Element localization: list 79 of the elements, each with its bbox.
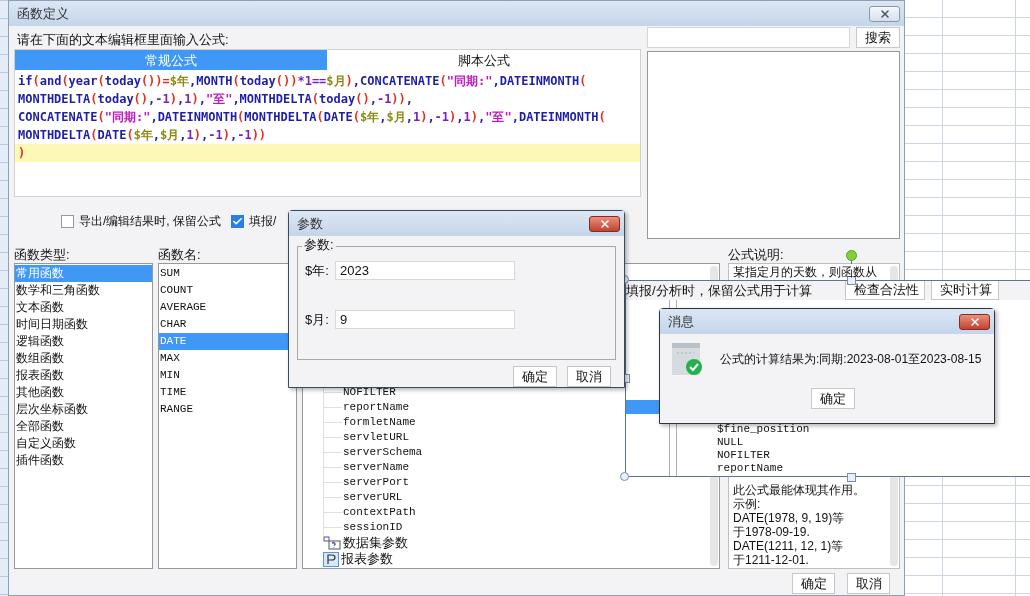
- tree-item[interactable]: serverPort: [343, 474, 409, 491]
- close-icon: [968, 315, 981, 328]
- checkbox[interactable]: [231, 214, 244, 228]
- close-button[interactable]: [869, 5, 900, 22]
- tree-item[interactable]: servletURL: [343, 429, 409, 446]
- close-icon: [598, 217, 611, 230]
- search-field[interactable]: [647, 27, 850, 48]
- corner-handle[interactable]: [620, 472, 629, 481]
- field-label: $年:: [305, 262, 330, 280]
- list-item[interactable]: 插件函数: [15, 452, 152, 469]
- list-label: 函数类型:: [14, 246, 71, 263]
- parameter-icon: [323, 551, 339, 567]
- code-line: if(and(year(today())=$年,MONTH(today())*1==$月),CONCATENATE("同期:",DATEINMONTH(: [17, 73, 588, 90]
- description-line: DATE(1978, 9, 19)等: [733, 511, 846, 525]
- description-line: DATE(1211, 12, 1)等: [733, 539, 845, 553]
- selected-row: [626, 400, 661, 414]
- dialog-button[interactable]: 取消: [567, 366, 611, 387]
- dialog-button[interactable]: 检查合法性: [845, 281, 925, 300]
- tree-item[interactable]: serverName: [343, 459, 409, 476]
- tree-item[interactable]: contextPath: [343, 504, 416, 521]
- option-label: 导出/编辑结果时, 保留公式: [79, 213, 221, 230]
- list-item[interactable]: 层次坐标函数: [15, 401, 152, 418]
- message-text: 公式的计算结果为:同期:2023-08-01至2023-08-15: [720, 351, 982, 368]
- dialog-button[interactable]: 搜索: [856, 27, 900, 48]
- description-line: 某指定月的天数，则函数从: [733, 265, 877, 279]
- tree-item[interactable]: serverSchema: [343, 444, 423, 461]
- input-field[interactable]: 9: [335, 309, 515, 329]
- list-item[interactable]: TIME: [159, 384, 296, 401]
- list-item[interactable]: 全部函数: [15, 418, 152, 435]
- description-line: 示例:: [733, 497, 762, 511]
- description-line: 此公式最能体现其作用。: [733, 483, 866, 497]
- list-label: 函数名:: [158, 246, 202, 263]
- code-line: MONTHDELTA(today(),-1),1),"至",MONTHDELTA(today(),-1)),: [17, 91, 415, 108]
- dialog-button[interactable]: 确定: [513, 366, 557, 387]
- checkbox[interactable]: [61, 214, 74, 228]
- resize-handle[interactable]: [847, 473, 856, 482]
- rotate-handle[interactable]: [846, 250, 857, 261]
- dialog-button[interactable]: 实时计算: [931, 281, 999, 300]
- handle-stem: [851, 261, 852, 264]
- code-line: CONCATENATE("同期:",DATEINMONTH(MONTHDELTA(DATE($年,$月,1),-1),1),"至",DATEINMONTH(: [17, 109, 607, 126]
- tree-item[interactable]: NOFILTER: [717, 449, 810, 462]
- group-label: 参数:: [302, 238, 336, 251]
- window-title: 参数: [297, 214, 323, 233]
- close-icon: [878, 7, 891, 20]
- window-title: 函数定义: [17, 4, 69, 23]
- list-item[interactable]: RANGE: [159, 401, 296, 418]
- dialog-button[interactable]: 确定: [811, 388, 855, 409]
- code-line: MONTHDELTA(DATE($年,$月,1),-1),-1)): [17, 127, 268, 144]
- list-item[interactable]: 文本函数: [15, 299, 152, 316]
- option-label: 填报/分析时，保留公式用于计算: [626, 281, 812, 300]
- success-icon: [672, 343, 704, 375]
- tree-item[interactable]: NULL: [717, 436, 810, 449]
- dialog-button[interactable]: 取消: [847, 573, 890, 594]
- resize-handle[interactable]: [847, 276, 856, 285]
- description-line: 于1978-09-19.: [733, 525, 811, 539]
- tree-item[interactable]: sessionID: [343, 519, 403, 536]
- field-label: $月:: [305, 310, 330, 329]
- list-item[interactable]: 自定义函数: [15, 435, 152, 452]
- tree-item[interactable]: formletName: [343, 414, 416, 431]
- tree-item[interactable]: $fine_position: [717, 423, 810, 436]
- description-line: 于1211-12-01.: [733, 553, 810, 567]
- list-item[interactable]: 报表函数: [15, 367, 152, 384]
- tree-item[interactable]: reportName: [717, 462, 810, 475]
- list-item[interactable]: 其他函数: [15, 384, 152, 401]
- tree-item[interactable]: reportName: [343, 399, 409, 416]
- input-field[interactable]: 2023: [335, 261, 515, 281]
- list-item[interactable]: 逻辑函数: [15, 333, 152, 350]
- description-label: 公式说明:: [728, 246, 784, 263]
- prompt-label: 请在下面的文本编辑框里面输入公式:: [16, 31, 230, 49]
- list-item[interactable]: 数组函数: [15, 350, 152, 367]
- tree-item[interactable]: serverURL: [343, 489, 403, 506]
- dialog-button[interactable]: 确定: [792, 573, 835, 594]
- window-title: 消息: [668, 312, 694, 331]
- dataset-icon: [323, 536, 341, 550]
- option-label: 填报/: [249, 213, 277, 230]
- list-item[interactable]: 数学和三角函数: [15, 282, 152, 299]
- close-button[interactable]: [589, 215, 620, 232]
- list-item[interactable]: 时间日期函数: [15, 316, 152, 333]
- close-button[interactable]: [959, 313, 990, 330]
